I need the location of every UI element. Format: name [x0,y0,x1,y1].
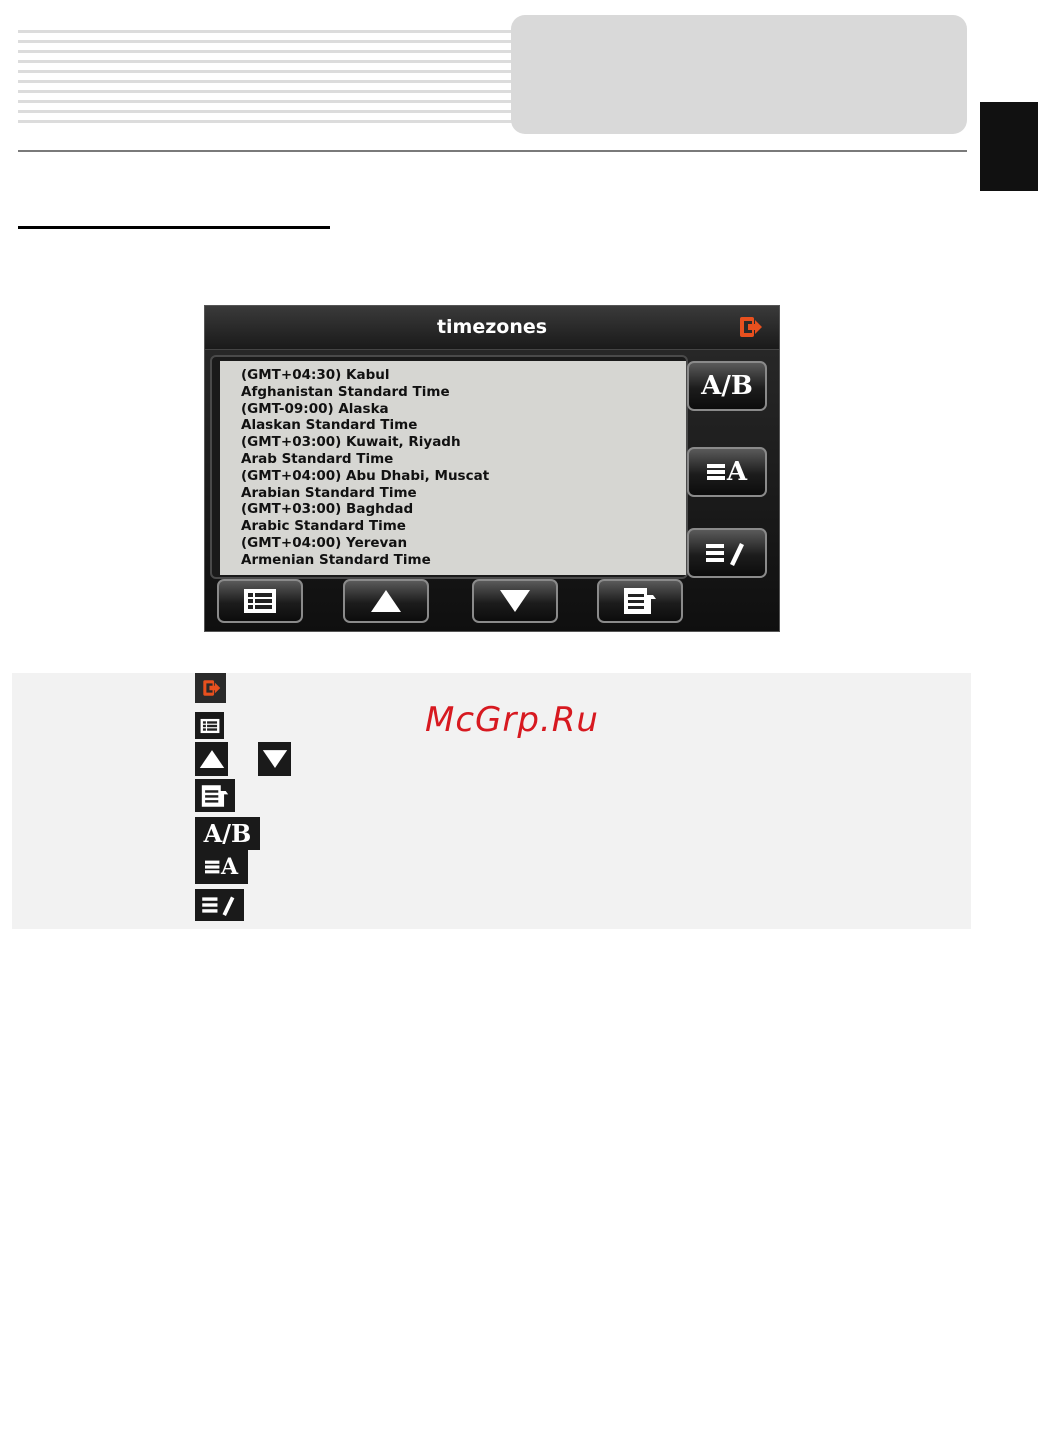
header-divider [18,150,967,152]
list-item[interactable]: Arabic Standard Time [241,518,686,535]
watermark: McGrp.Ru [425,700,599,740]
legend-edit-icon [195,889,244,921]
arrow-up-icon [371,590,401,612]
list-item[interactable]: (GMT-09:00) Alaska [241,401,686,418]
legend-sort-alpha-icon: A [195,850,248,884]
edit-button[interactable] [687,528,767,578]
list-item[interactable]: Arabian Standard Time [241,485,686,502]
timezones-screen: timezones (GMT+04:30) Kabul Afghanistan S… [204,305,780,632]
sort-alpha-button[interactable]: A [687,447,767,497]
legend-list-view-icon [195,712,224,739]
timezone-list[interactable]: (GMT+04:30) Kabul Afghanistan Standard Ti… [220,361,686,575]
scroll-down-button[interactable] [472,579,558,623]
list-item[interactable]: (GMT+04:30) Kabul [241,367,686,384]
legend-ab-icon: A/B [195,817,260,850]
legend-details-icon [195,779,235,812]
list-item[interactable]: Alaskan Standard Time [241,417,686,434]
timezone-list-frame: (GMT+04:30) Kabul Afghanistan Standard Ti… [210,355,688,579]
list-view-button[interactable] [217,579,303,623]
list-view-icon [244,589,276,613]
scroll-up-button[interactable] [343,579,429,623]
list-item[interactable]: (GMT+03:00) Kuwait, Riyadh [241,434,686,451]
arrow-down-icon [500,590,530,612]
list-item[interactable]: Afghanistan Standard Time [241,384,686,401]
details-icon [624,588,656,614]
list-item[interactable]: (GMT+04:00) Abu Dhabi, Muscat [241,468,686,485]
header-title-box [511,15,967,134]
edit-icon [706,543,744,566]
section-heading-underline [18,226,330,229]
legend-arrow-up-icon [195,742,228,776]
legend-sort-alpha-label: A [220,854,239,880]
list-item[interactable]: (GMT+03:00) Baghdad [241,501,686,518]
title-bar: timezones [205,306,779,350]
header-stripes [18,26,538,126]
details-button[interactable] [597,579,683,623]
list-item[interactable]: Arab Standard Time [241,451,686,468]
legend-ab-label: A/B [203,819,252,848]
screen-title: timezones [436,316,548,338]
list-item[interactable]: Armenian Standard Time [241,552,686,569]
ab-button-label: A/B [701,371,753,401]
legend-exit-icon [195,673,226,703]
legend-arrow-down-icon [258,742,291,776]
exit-icon[interactable] [737,314,763,340]
lines-icon [706,464,725,480]
list-item[interactable]: (GMT+04:00) Yerevan [241,535,686,552]
sort-alpha-label: A [726,457,748,487]
language-tab [980,102,1038,191]
ab-button[interactable]: A/B [687,361,767,411]
